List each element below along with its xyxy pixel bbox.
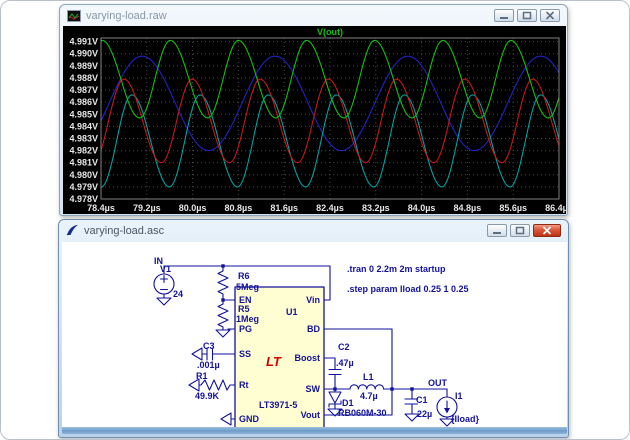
y-tick-label: 4.990V: [69, 49, 98, 59]
resistor-r6[interactable]: [218, 266, 228, 300]
inductor-l1[interactable]: [350, 385, 384, 389]
schematic-window: varying-load.asc: [58, 219, 569, 438]
x-tick-label: 79.2µs: [133, 203, 161, 213]
x-tick-label: 86.4µs: [545, 203, 566, 213]
y-tick-label: 4.980V: [69, 170, 98, 180]
part-name: C1: [416, 395, 428, 405]
maximize-icon: [515, 226, 525, 235]
pin-label-boost: Boost: [295, 353, 321, 363]
pin-label-vin: Vin: [306, 295, 320, 305]
maximize-button[interactable]: [517, 9, 537, 22]
y-tick-label: 4.987V: [69, 85, 98, 95]
lt-logo: LT: [266, 354, 282, 369]
x-tick-label: 80.0µs: [179, 203, 207, 213]
part-value: .001µ: [197, 360, 220, 370]
resistor-r5[interactable]: [218, 300, 228, 330]
ground-symbol: [216, 330, 230, 337]
close-button[interactable]: [540, 9, 560, 22]
x-tick-label: 82.4µs: [316, 203, 344, 213]
x-tick-label: 84.0µs: [408, 203, 436, 213]
pin-label-ss: SS: [239, 349, 251, 359]
schematic-window-titlebar[interactable]: varying-load.asc: [59, 220, 568, 241]
pin-label-gnd: GND: [239, 414, 260, 424]
part-name: I1: [455, 391, 463, 401]
pin-label-en: EN: [239, 295, 252, 305]
part-name: C2: [338, 342, 350, 352]
waveform-plot[interactable]: 78.4µs 79.2µs 80.0µs 80.8µs 81.6µs 82.4µs 83.2…: [63, 26, 566, 214]
part-name: L1: [363, 372, 374, 382]
y-tick-label: 4.986V: [69, 97, 98, 107]
minimize-button[interactable]: [494, 9, 514, 22]
pin-label-vout: Vout: [301, 410, 320, 420]
part-name: R1: [196, 371, 208, 381]
y-tick-label: 4.978V: [69, 194, 98, 204]
net-label-out: OUT: [428, 378, 448, 388]
y-tick-label: 4.979V: [69, 182, 98, 192]
ground-symbol: [192, 348, 202, 360]
part-value: 4.7µ: [360, 391, 378, 401]
x-tick-label: 78.4µs: [87, 203, 115, 213]
x-tick-label: 80.8µs: [225, 203, 253, 213]
part-value: 1Meg: [236, 314, 259, 324]
ltspice-icon: [66, 224, 79, 237]
pin-label-rt: Rt: [239, 380, 249, 390]
y-tick-label: 4.991V: [69, 37, 98, 47]
spice-directive-step: .step param Iload 0.25 1 0.25: [347, 284, 469, 294]
maximize-button[interactable]: [510, 224, 530, 237]
waveform-window: varying-load.raw 78.4µs 79.2µs 80.0µs 80.8µ…: [59, 4, 568, 216]
y-tick-label: 4.982V: [69, 146, 98, 156]
close-icon: [542, 226, 552, 235]
pin-label-sw: SW: [306, 384, 321, 394]
part-name: R5: [238, 304, 250, 314]
ground-symbol: [157, 298, 171, 305]
waveform-window-icon: [67, 10, 81, 22]
window-title: varying-load.asc: [84, 225, 482, 237]
waveform-window-titlebar[interactable]: varying-load.raw: [60, 5, 567, 26]
part-name: C3: [203, 341, 215, 351]
part-value: 49.9K: [195, 391, 220, 401]
part-name: V1: [160, 264, 171, 274]
pin-label-bd: BD: [307, 324, 320, 334]
x-tick-label: 83.2µs: [362, 203, 390, 213]
part-name: D1: [342, 398, 354, 408]
part-value: RB060M-30: [338, 408, 387, 418]
y-tick-label: 4.984V: [69, 121, 98, 131]
desktop: varying-load.raw 78.4µs 79.2µs 80.0µs 80.8µ…: [0, 0, 630, 440]
y-tick-label: 4.981V: [69, 158, 98, 168]
close-button[interactable]: [533, 224, 561, 237]
window-title: varying-load.raw: [86, 10, 489, 22]
y-tick-label: 4.988V: [69, 73, 98, 83]
waveform-plot-area[interactable]: 78.4µs 79.2µs 80.0µs 80.8µs 81.6µs 82.4µs 83.2…: [63, 26, 566, 214]
part-name: R6: [238, 271, 250, 281]
close-icon: [545, 11, 555, 20]
y-tick-label: 4.989V: [69, 61, 98, 71]
y-tick-label: 4.985V: [69, 109, 98, 119]
minimize-icon: [499, 11, 509, 20]
pin-label-pg: PG: [239, 324, 252, 334]
window-bottom-frame: [62, 427, 567, 434]
spice-directive-tran: .tran 0 2.2m 2m startup: [347, 264, 446, 274]
part-value: {Iload}: [451, 414, 480, 424]
part-value: 5Meg: [236, 282, 259, 292]
ic-refdes: U1: [286, 307, 298, 317]
trace-name-label[interactable]: V(out): [317, 27, 343, 37]
minimize-icon: [492, 226, 502, 235]
schematic-canvas[interactable]: IN V1 24 R6 5Meg R5 1Meg C3 .001µ R1 49.…: [62, 242, 567, 428]
ic-part-number: LT3971-5: [259, 400, 297, 410]
x-tick-label: 84.8µs: [454, 203, 482, 213]
x-tick-label: 85.6µs: [499, 203, 527, 213]
minimize-button[interactable]: [487, 224, 507, 237]
x-tick-label: 81.6µs: [270, 203, 298, 213]
part-value: 22µ: [417, 409, 432, 419]
y-tick-label: 4.983V: [69, 133, 98, 143]
part-value: 24: [173, 289, 183, 299]
gnd-pin: [221, 413, 235, 425]
maximize-icon: [522, 11, 532, 20]
schematic[interactable]: IN V1 24 R6 5Meg R5 1Meg C3 .001µ R1 49.…: [62, 242, 567, 428]
part-value: .47µ: [336, 358, 354, 368]
trace-cyan: [101, 95, 559, 187]
